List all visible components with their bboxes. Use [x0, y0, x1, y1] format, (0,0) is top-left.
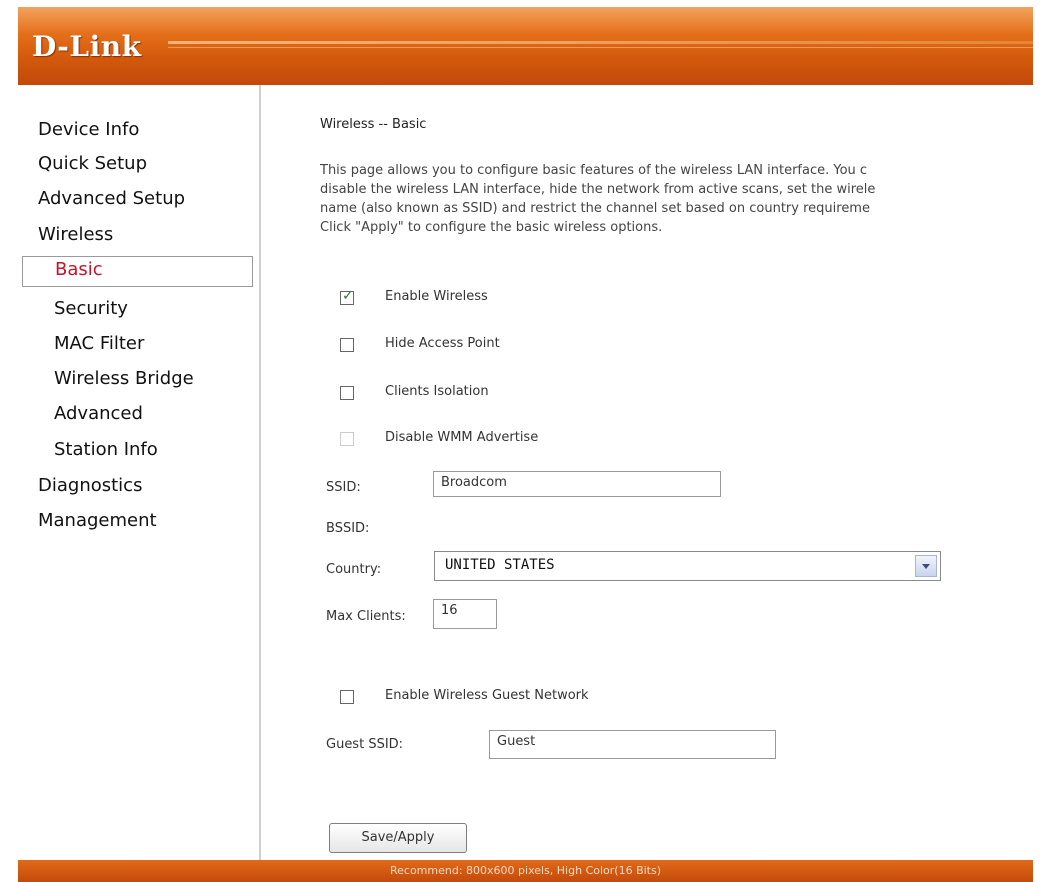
clients-isolation-checkbox[interactable]: [340, 386, 354, 400]
country-select[interactable]: UNITED STATES: [434, 551, 941, 581]
sidebar-item-device-info[interactable]: Device Info: [38, 119, 139, 140]
sidebar-item-management[interactable]: Management: [38, 510, 157, 531]
header-banner: D-Link: [18, 7, 1033, 85]
sidebar-item-wireless[interactable]: Wireless: [38, 224, 113, 245]
page-title: Wireless -- Basic: [320, 117, 427, 132]
main-content: Wireless -- Basic This page allows you t…: [261, 85, 1033, 860]
ssid-label: SSID:: [326, 480, 361, 495]
country-select-value: UNITED STATES: [445, 557, 555, 573]
hide-access-point-label: Hide Access Point: [385, 336, 500, 351]
sidebar-item-diagnostics[interactable]: Diagnostics: [38, 475, 142, 496]
bssid-label: BSSID:: [326, 521, 370, 536]
sidebar-item-station-info[interactable]: Station Info: [54, 439, 158, 460]
dlink-logo: D-Link: [32, 30, 142, 63]
max-clients-label: Max Clients:: [326, 609, 406, 624]
guest-ssid-input[interactable]: Guest: [489, 730, 776, 759]
description-line: name (also known as SSID) and restrict t…: [320, 201, 870, 216]
save-apply-button[interactable]: Save/Apply: [329, 823, 467, 853]
sidebar-item-mac-filter[interactable]: MAC Filter: [54, 333, 144, 354]
max-clients-input[interactable]: 16: [433, 599, 497, 629]
chevron-down-icon[interactable]: [915, 555, 937, 577]
sidebar-item-security[interactable]: Security: [54, 298, 128, 319]
enable-guest-network-checkbox[interactable]: [340, 690, 354, 704]
sidebar-item-quick-setup[interactable]: Quick Setup: [38, 153, 147, 174]
enable-wireless-label: Enable Wireless: [385, 289, 488, 304]
country-label: Country:: [326, 562, 382, 577]
header-band-line: [168, 47, 1033, 48]
enable-wireless-checkbox[interactable]: [340, 288, 354, 305]
guest-ssid-label: Guest SSID:: [326, 737, 404, 752]
sidebar-item-basic[interactable]: Basic: [22, 256, 253, 287]
disable-wmm-advertise-checkbox: [340, 432, 354, 446]
ssid-input[interactable]: Broadcom: [433, 471, 721, 497]
hide-access-point-checkbox[interactable]: [340, 338, 354, 352]
sidebar-item-advanced-setup[interactable]: Advanced Setup: [38, 188, 185, 209]
description-line: Click "Apply" to configure the basic wir…: [320, 220, 663, 235]
description-line: This page allows you to configure basic …: [320, 163, 868, 178]
description-line: disable the wireless LAN interface, hide…: [320, 182, 876, 197]
disable-wmm-advertise-label: Disable WMM Advertise: [385, 430, 539, 445]
sidebar-item-wireless-bridge[interactable]: Wireless Bridge: [54, 368, 194, 389]
sidebar-nav: Device Info Quick Setup Advanced Setup W…: [18, 85, 261, 860]
header-band: [168, 41, 1033, 44]
sidebar-item-basic-label: Basic: [55, 259, 103, 280]
page-description: This page allows you to configure basic …: [320, 161, 1033, 237]
clients-isolation-label: Clients Isolation: [385, 384, 489, 399]
footer-bar: Recommend: 800x600 pixels, High Color(16…: [18, 860, 1033, 882]
enable-guest-network-label: Enable Wireless Guest Network: [385, 688, 589, 703]
sidebar-item-advanced[interactable]: Advanced: [54, 403, 143, 424]
